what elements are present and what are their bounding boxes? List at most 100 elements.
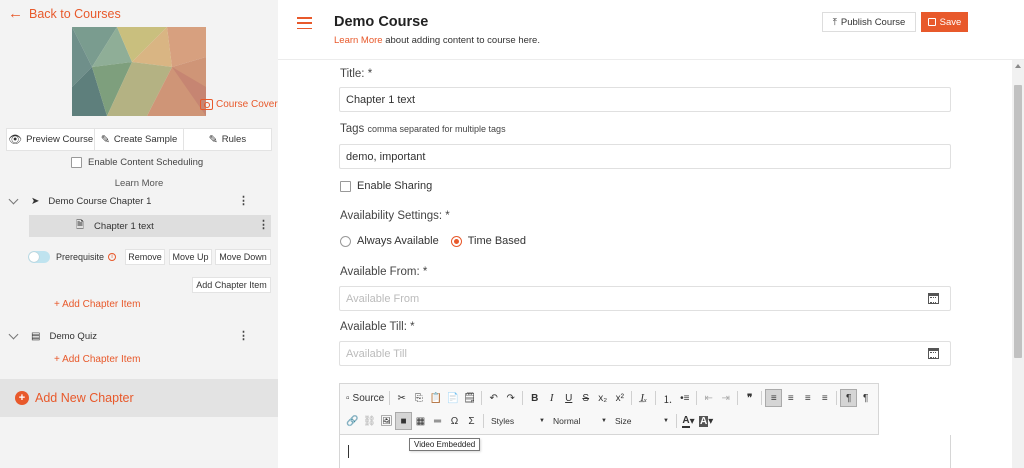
cut-icon[interactable]: ✂ bbox=[393, 389, 410, 407]
chapter-item-menu-icon[interactable]: ⋮ bbox=[258, 220, 269, 231]
subtitle-text: about adding content to course here. bbox=[382, 35, 540, 46]
content-scheduling-label: Enable Content Scheduling bbox=[88, 157, 204, 168]
camera-icon bbox=[200, 99, 213, 110]
link-icon[interactable]: 🔗 bbox=[344, 412, 361, 430]
chapter-menu-icon[interactable]: ⋮ bbox=[238, 331, 249, 342]
available-from-input[interactable] bbox=[339, 286, 951, 311]
chapter-menu-icon[interactable]: ⋮ bbox=[238, 196, 249, 207]
toolbar-row-2: 🔗 ⛓ 🖼 ■ ▦ ═ Ω Σ Styles ▼ Normal ▼ Size ▼ A ▾… bbox=[344, 411, 715, 431]
course-cover-image[interactable] bbox=[72, 27, 206, 116]
rich-text-toolbar: ▫ Source ✂ ⎘ 📋 📄 🗒 ↶ ↷ B I U S x₂ x² I̲ₓ … bbox=[339, 383, 879, 435]
styles-dropdown[interactable]: Styles ▼ bbox=[487, 413, 549, 429]
blockquote-icon[interactable]: ❞ bbox=[741, 389, 758, 407]
publish-course-button[interactable]: ⤒ Publish Course bbox=[822, 12, 916, 32]
paste-word-icon[interactable]: 🗒 bbox=[461, 389, 478, 407]
align-justify-icon[interactable]: ≡ bbox=[816, 389, 833, 407]
sharing-option: Enable Sharing bbox=[340, 180, 432, 192]
subscript-icon[interactable]: x₂ bbox=[594, 389, 611, 407]
indent-icon[interactable]: ⇥ bbox=[717, 389, 734, 407]
chevron-down-icon[interactable] bbox=[8, 329, 19, 340]
image-icon[interactable]: 🖼 bbox=[378, 412, 395, 430]
table-icon[interactable]: ▦ bbox=[412, 412, 429, 430]
remove-button[interactable]: Remove bbox=[125, 249, 165, 265]
align-left-icon[interactable]: ≡ bbox=[765, 389, 783, 407]
time-based-radio[interactable] bbox=[450, 235, 462, 247]
redo-icon[interactable]: ↷ bbox=[502, 389, 519, 407]
caret-down-icon: ▼ bbox=[601, 418, 607, 424]
paste-text-icon[interactable]: 📄 bbox=[444, 389, 461, 407]
horizontal-line-icon[interactable]: ═ bbox=[429, 412, 446, 430]
video-embed-icon[interactable]: ■ bbox=[395, 412, 412, 430]
remove-format-icon[interactable]: I̲ₓ bbox=[635, 389, 652, 407]
size-dropdown[interactable]: Size ▼ bbox=[611, 413, 673, 429]
hamburger-menu-icon[interactable] bbox=[297, 17, 312, 29]
available-till-input[interactable] bbox=[339, 341, 951, 366]
calendar-icon[interactable] bbox=[928, 348, 939, 359]
special-char-icon[interactable]: Ω bbox=[446, 412, 463, 430]
math-icon[interactable]: Σ bbox=[463, 412, 480, 430]
scroll-up-arrow-icon[interactable] bbox=[1015, 64, 1021, 68]
course-cover-label: Course Cover bbox=[216, 99, 278, 110]
content-scheduling-checkbox[interactable] bbox=[71, 157, 82, 168]
source-button[interactable]: ▫ Source bbox=[344, 389, 386, 407]
create-sample-button[interactable]: ✎ Create Sample bbox=[95, 129, 184, 150]
superscript-icon[interactable]: x² bbox=[611, 389, 628, 407]
chapter-item-selected[interactable]: 🗎 Chapter 1 text ⋮ bbox=[29, 215, 271, 237]
strikethrough-icon[interactable]: S bbox=[577, 389, 594, 407]
background-color-icon[interactable]: A ▾ bbox=[697, 412, 715, 430]
always-available-radio[interactable] bbox=[340, 235, 351, 247]
title-input[interactable] bbox=[339, 87, 951, 112]
preview-course-button[interactable]: 👁 Preview Course bbox=[7, 129, 96, 150]
eye-icon: 👁 bbox=[8, 134, 23, 146]
add-new-chapter-button[interactable]: + Add New Chapter bbox=[0, 379, 278, 417]
calendar-icon[interactable] bbox=[928, 293, 939, 304]
rules-button[interactable]: ✎ Rules bbox=[184, 129, 271, 150]
prerequisite-toggle[interactable] bbox=[28, 251, 50, 263]
numbered-list-icon[interactable]: ⒈ bbox=[659, 389, 676, 407]
format-dropdown[interactable]: Normal ▼ bbox=[549, 413, 611, 429]
move-down-button[interactable]: Move Down bbox=[215, 249, 271, 265]
outdent-icon[interactable]: ⇤ bbox=[700, 389, 717, 407]
undo-icon[interactable]: ↶ bbox=[485, 389, 502, 407]
video-embedded-tooltip: Video Embedded bbox=[409, 438, 481, 451]
learn-more-link[interactable]: Learn More bbox=[334, 35, 383, 46]
italic-icon[interactable]: I bbox=[543, 389, 560, 407]
text-direction-ltr-icon[interactable]: ¶ bbox=[840, 389, 858, 407]
caret-down-icon: ▼ bbox=[539, 418, 545, 424]
chapter-header[interactable]: ➤ Demo Course Chapter 1 bbox=[8, 194, 152, 207]
add-chapter-item-link[interactable]: + Add Chapter Item bbox=[54, 354, 140, 365]
add-chapter-item-link[interactable]: + Add Chapter Item bbox=[54, 299, 140, 310]
content-scheduling-option: Enable Content Scheduling bbox=[71, 157, 203, 168]
text-color-icon[interactable]: A ▾ bbox=[680, 412, 697, 430]
chapter-title: Demo Course Chapter 1 bbox=[48, 196, 152, 207]
bold-icon[interactable]: B bbox=[526, 389, 543, 407]
copy-icon[interactable]: ⎘ bbox=[410, 389, 427, 407]
course-cover-button[interactable]: Course Cover bbox=[200, 99, 278, 110]
main-scrollbar[interactable] bbox=[1012, 60, 1024, 468]
chapter-icon: ➤ bbox=[31, 196, 40, 207]
scrollbar-thumb[interactable] bbox=[1014, 85, 1022, 358]
save-button[interactable]: Save bbox=[921, 12, 968, 32]
chevron-down-icon[interactable] bbox=[8, 194, 19, 205]
chapter-item-title: Chapter 1 text bbox=[94, 220, 154, 232]
learn-more-link[interactable]: Learn More bbox=[0, 178, 278, 189]
unlink-icon[interactable]: ⛓ bbox=[361, 412, 378, 430]
add-chapter-item-button[interactable]: Add Chapter Item bbox=[192, 277, 271, 293]
text-direction-rtl-icon[interactable]: ¶ bbox=[857, 389, 874, 407]
back-to-courses-link[interactable]: ← Back to Courses bbox=[8, 6, 121, 21]
course-actions: 👁 Preview Course ✎ Create Sample ✎ Rules bbox=[6, 128, 272, 151]
align-center-icon[interactable]: ≡ bbox=[782, 389, 799, 407]
underline-icon[interactable]: U bbox=[560, 389, 577, 407]
info-icon[interactable]: i bbox=[108, 253, 117, 261]
paste-icon[interactable]: 📋 bbox=[427, 389, 444, 407]
align-right-icon[interactable]: ≡ bbox=[799, 389, 816, 407]
content-form: Title: * Tags comma separated for multip… bbox=[278, 60, 1012, 468]
bulleted-list-icon[interactable]: •≡ bbox=[676, 389, 693, 407]
tags-input[interactable] bbox=[339, 144, 951, 169]
available-from-label: Available From: * bbox=[340, 266, 428, 278]
prerequisite-label: Prerequisite bbox=[56, 252, 105, 262]
move-up-button[interactable]: Move Up bbox=[169, 249, 212, 265]
enable-sharing-checkbox[interactable] bbox=[340, 180, 351, 192]
chapter-header[interactable]: ▤ Demo Quiz bbox=[8, 329, 97, 342]
save-label: Save bbox=[939, 16, 962, 28]
